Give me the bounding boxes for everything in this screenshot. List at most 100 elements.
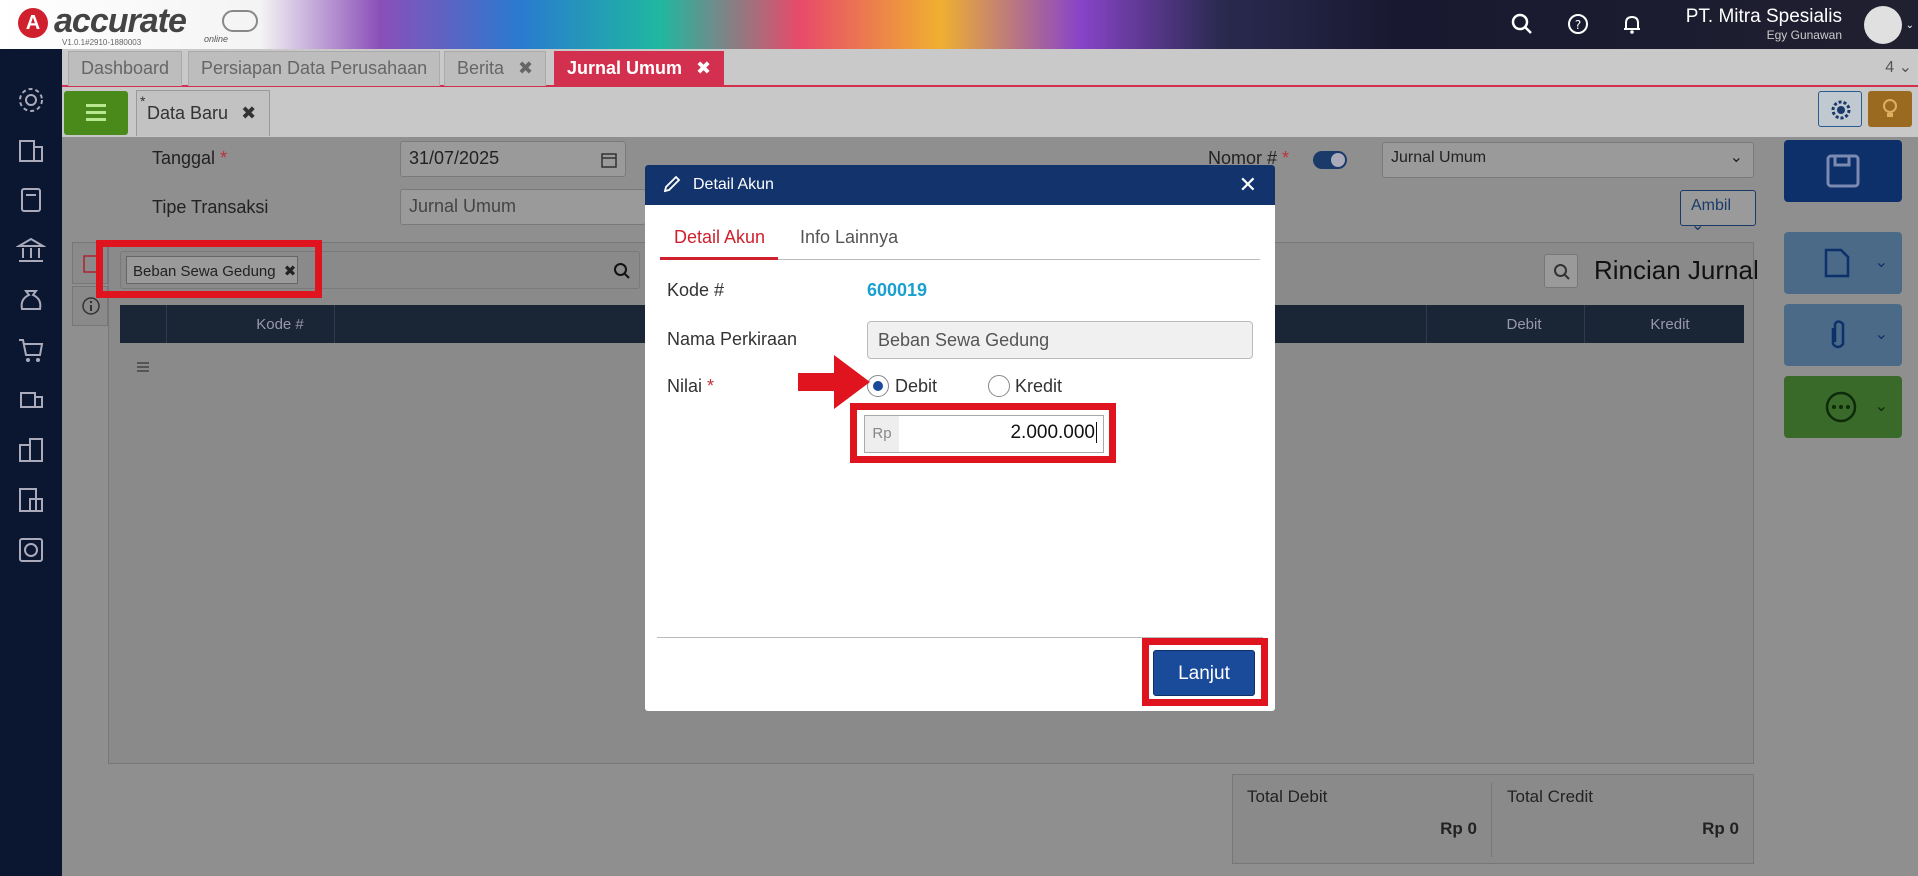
chevron-down-icon: ⌄ <box>1874 254 1888 271</box>
column-kode[interactable]: Kode # <box>220 316 340 333</box>
close-icon[interactable]: ✖ <box>518 58 533 78</box>
bell-icon[interactable] <box>1620 12 1644 36</box>
kode-label: Kode # <box>667 280 725 300</box>
lightbulb-icon <box>1883 99 1897 117</box>
drag-handle-icon[interactable] <box>137 362 149 372</box>
highlight-box-lanjut <box>1142 638 1268 706</box>
total-credit-label: Total Credit <box>1507 787 1593 806</box>
nomor-select[interactable]: Jurnal Umum ⌄ <box>1382 142 1754 178</box>
document-menu-button[interactable]: ⌄ <box>1784 232 1902 294</box>
tanggal-input[interactable]: 31/07/2025 <box>400 141 626 177</box>
tax-icon[interactable] <box>16 485 46 515</box>
tab-info-lainnya[interactable]: Info Lainnya <box>800 227 898 248</box>
gear-icon <box>1831 100 1851 120</box>
tab-dashboard[interactable]: Dashboard <box>68 51 183 86</box>
info-icon <box>82 297 100 315</box>
company-info[interactable]: PT. Mitra Spesialis Egy Gunawan <box>1686 6 1842 42</box>
ledger-icon[interactable] <box>16 185 46 215</box>
debit-radio-label[interactable]: Debit <box>895 376 937 397</box>
column-kredit[interactable]: Kredit <box>1600 316 1740 333</box>
chevron-down-icon: ⌄ <box>1729 149 1743 166</box>
more-horizontal-icon <box>1825 391 1857 423</box>
close-icon[interactable]: ✖ <box>241 103 256 123</box>
nama-perkiraan-input[interactable]: Beban Sewa Gedung <box>867 321 1253 359</box>
save-button[interactable] <box>1784 140 1902 202</box>
money-bag-icon[interactable] <box>16 285 46 315</box>
list-view-button[interactable] <box>64 91 128 135</box>
highlight-box-amount <box>850 403 1116 463</box>
kode-value[interactable]: 600019 <box>867 280 927 301</box>
chevron-down-icon: ⌄ <box>1874 398 1888 415</box>
total-credit-value: Rp 0 <box>1702 819 1739 838</box>
sales-icon[interactable] <box>16 385 46 415</box>
inventory-icon[interactable] <box>16 435 46 465</box>
nomor-auto-toggle[interactable] <box>1313 151 1347 169</box>
building-icon[interactable] <box>16 135 46 165</box>
tab-label: Jurnal Umum <box>567 58 683 78</box>
user-name: Egy Gunawan <box>1766 28 1842 42</box>
search-icon[interactable] <box>1510 12 1534 36</box>
tipe-transaksi-input[interactable]: Jurnal Umum <box>400 189 646 225</box>
tab-data-baru[interactable]: * Data Baru ✖ <box>136 90 270 136</box>
floppy-disk-icon <box>1826 154 1860 188</box>
dialog-title: Detail Akun <box>693 176 774 193</box>
cart-icon[interactable] <box>16 335 46 365</box>
svg-text:?: ? <box>1575 18 1581 32</box>
sub-toolbar: * Data Baru ✖ <box>62 87 1918 137</box>
tab-bar: Dashboard Persiapan Data Perusahaan Beri… <box>62 49 1918 87</box>
tipe-transaksi-label: Tipe Transaksi <box>152 197 269 217</box>
search-icon <box>1554 264 1570 280</box>
calendar-icon[interactable] <box>601 152 617 168</box>
rincian-search-button[interactable] <box>1544 254 1578 288</box>
tab-berita[interactable]: Berita ✖ <box>444 51 547 86</box>
kredit-radio[interactable] <box>988 375 1010 397</box>
tab-label: Dashboard <box>81 58 170 78</box>
column-debit[interactable]: Debit <box>1444 316 1604 333</box>
tanggal-label: Tanggal * <box>152 148 228 168</box>
highlight-box-chip <box>96 240 322 298</box>
kredit-radio-label[interactable]: Kredit <box>1015 376 1062 397</box>
top-bar: A accurate online V1.0.1#2910-1880003 ? … <box>0 0 1918 49</box>
bank-icon[interactable] <box>16 235 46 265</box>
pencil-icon <box>663 175 681 193</box>
avatar[interactable] <box>1864 6 1902 44</box>
close-icon[interactable]: ✕ <box>1239 165 1257 205</box>
chevron-down-icon[interactable]: ⌄ <box>1906 20 1914 31</box>
close-icon[interactable]: ✖ <box>696 58 711 78</box>
logo-online: online <box>204 34 229 44</box>
dialog-header: Detail Akun ✕ <box>645 165 1275 205</box>
debit-radio[interactable] <box>867 375 889 397</box>
total-debit-label: Total Debit <box>1247 787 1328 806</box>
arrow-right-icon <box>798 355 870 409</box>
nilai-label: Nilai * <box>667 376 715 396</box>
tab-label: Persiapan Data Perusahaan <box>201 58 428 78</box>
tab-detail-akun[interactable]: Detail Akun <box>674 227 765 248</box>
tabs-count[interactable]: 4 ⌄ <box>1885 57 1912 77</box>
tips-button[interactable] <box>1868 91 1912 127</box>
tab-persiapan-data[interactable]: Persiapan Data Perusahaan <box>188 51 441 86</box>
gear-icon[interactable] <box>16 85 46 115</box>
unsaved-mark: * <box>140 93 146 109</box>
tab-label: Data Baru <box>147 103 229 123</box>
report-chart-icon[interactable] <box>16 535 46 565</box>
chevron-down-icon: ⌄ <box>1874 326 1888 343</box>
search-icon[interactable] <box>613 262 631 280</box>
logo-text: accurate <box>54 2 187 40</box>
sidebar <box>0 49 62 876</box>
more-actions-button[interactable]: ⌄ <box>1784 376 1902 438</box>
document-icon <box>1824 248 1850 278</box>
company-name: PT. Mitra Spesialis <box>1685 6 1842 27</box>
paperclip-icon <box>1831 320 1845 349</box>
ambil-button[interactable]: Ambil ⌄ <box>1680 190 1756 234</box>
rincian-title: Rincian Jurnal <box>1594 255 1759 285</box>
attachment-button[interactable]: ⌄ <box>1784 304 1902 366</box>
total-debit-value: Rp 0 <box>1440 819 1477 838</box>
tab-jurnal-umum[interactable]: Jurnal Umum ✖ <box>554 51 725 86</box>
nama-perkiraan-label: Nama Perkiraan <box>667 329 798 349</box>
tab-label: Berita <box>457 58 505 78</box>
settings-button[interactable] <box>1818 91 1862 127</box>
totals-box: Total Debit Rp 0 Total Credit Rp 0 <box>1232 774 1754 864</box>
help-icon[interactable]: ? <box>1566 12 1590 36</box>
logo-mark: A <box>18 8 48 38</box>
active-tab-indicator <box>660 257 778 260</box>
